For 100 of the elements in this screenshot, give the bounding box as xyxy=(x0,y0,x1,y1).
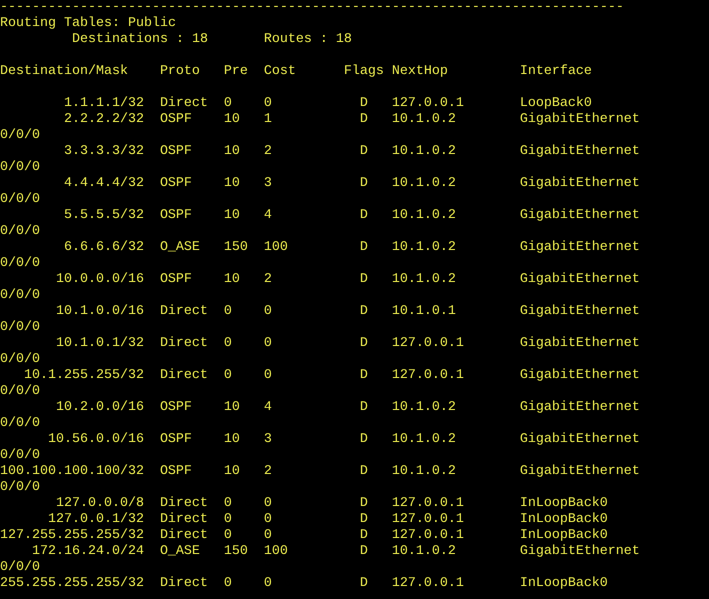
table-cell: 0/0/0 xyxy=(0,352,40,368)
table-cell-text: 0 xyxy=(224,512,233,528)
column-header: Flags xyxy=(344,64,385,80)
table-cell-text: Direct xyxy=(160,496,209,512)
table-cell-text: D xyxy=(358,368,369,384)
table-cell-text: 0 xyxy=(264,96,273,112)
table-cell-text: 172.16.24.0/24 xyxy=(30,544,144,560)
table-cell: GigabitEthernet xyxy=(520,336,640,352)
table-cell-text: 10 xyxy=(224,144,241,160)
column-header: NextHop xyxy=(392,64,449,80)
table-cell: 100.100.100.100/32 xyxy=(0,464,144,480)
table-cell-text: Direct xyxy=(160,336,209,352)
table-cell-text: 10.1.0.2 xyxy=(392,272,457,288)
table-cell-text: OSPF xyxy=(160,400,193,416)
table-cell-text: D xyxy=(358,496,369,512)
table-cell: GigabitEthernet xyxy=(520,208,640,224)
table-cell-text: 3 xyxy=(264,432,273,448)
table-cell: 0/0/0 xyxy=(0,480,40,496)
table-cell-text: D xyxy=(358,208,369,224)
table-cell: 0/0/0 xyxy=(0,560,40,576)
table-cell-text: D xyxy=(358,304,369,320)
table-cell-text: InLoopBack0 xyxy=(520,496,609,512)
table-cell-text: 0 xyxy=(264,496,273,512)
table-cell-text: 10.1.0.0/16 xyxy=(54,304,144,320)
table-cell: 0/0/0 xyxy=(0,416,40,432)
table-cell: 0/0/0 xyxy=(0,320,40,336)
table-cell-text: 10 xyxy=(224,400,241,416)
table-cell-text: 0 xyxy=(224,304,233,320)
table-cell-text: 10.1.0.2 xyxy=(392,240,457,256)
table-cell-text: 127.0.0.0/8 xyxy=(54,496,144,512)
table-cell-text: 5.5.5.5/32 xyxy=(62,208,144,224)
table-cell-text: Direct xyxy=(160,512,209,528)
table-cell-text: 1 xyxy=(264,112,273,128)
table-cell-text: D xyxy=(358,464,369,480)
table-cell-text: 2 xyxy=(264,144,273,160)
table-cell-text: 10.1.0.2 xyxy=(392,176,457,192)
table-cell-text: 0 xyxy=(264,576,273,592)
table-cell-text: D xyxy=(358,176,369,192)
table-cell-text: 150 xyxy=(224,240,249,256)
table-cell-text: 0 xyxy=(264,528,273,544)
table-cell-text: D xyxy=(358,112,369,128)
table-cell-text: OSPF xyxy=(160,208,193,224)
table-cell-text: D xyxy=(358,512,369,528)
table-cell: 0/0/0 xyxy=(0,128,40,144)
table-cell-text: 1.1.1.1/32 xyxy=(62,96,144,112)
table-cell-text: OSPF xyxy=(160,432,193,448)
table-cell-text: 127.0.0.1 xyxy=(392,528,465,544)
table-cell-text: 10 xyxy=(224,432,241,448)
table-cell-text: O_ASE xyxy=(160,240,201,256)
table-cell-text: 10.1.0.1 xyxy=(392,304,457,320)
table-cell: GigabitEthernet xyxy=(520,544,640,560)
table-cell-text: D xyxy=(358,144,369,160)
table-cell-text: 0 xyxy=(224,528,233,544)
table-cell-text: 10 xyxy=(224,272,241,288)
table-cell-text: 127.0.0.1 xyxy=(392,336,465,352)
table-cell: GigabitEthernet xyxy=(520,304,640,320)
table-cell: 0/0/0 xyxy=(0,288,40,304)
table-cell: GigabitEthernet xyxy=(520,432,640,448)
table-cell-text: 4 xyxy=(264,400,273,416)
table-cell-text: 127.0.0.1 xyxy=(392,96,465,112)
table-cell-text: 150 xyxy=(224,544,249,560)
table-cell-text: LoopBack0 xyxy=(520,96,593,112)
table-cell-text: 6.6.6.6/32 xyxy=(62,240,144,256)
table-cell-text: 10.2.0.0/16 xyxy=(54,400,144,416)
column-header: Pre xyxy=(224,64,249,80)
table-cell-text: 0 xyxy=(224,576,233,592)
table-cell: 0/0/0 xyxy=(0,192,40,208)
table-cell-text: 10.1.255.255/32 xyxy=(22,368,144,384)
table-cell: GigabitEthernet xyxy=(520,176,640,192)
table-cell-text: D xyxy=(358,544,369,560)
table-cell: 0/0/0 xyxy=(0,384,40,400)
table-cell-text: Direct xyxy=(160,368,209,384)
table-cell: GigabitEthernet xyxy=(520,368,640,384)
table-cell-text: InLoopBack0 xyxy=(520,576,609,592)
table-cell: 0/0/0 xyxy=(0,160,40,176)
table-title: Routing Tables: Public xyxy=(0,16,176,32)
table-cell-text: D xyxy=(358,240,369,256)
table-cell-text: D xyxy=(358,576,369,592)
table-cell-text: 10.56.0.0/16 xyxy=(46,432,144,448)
table-cell-text: 127.0.0.1 xyxy=(392,368,465,384)
table-cell-text: D xyxy=(358,400,369,416)
table-cell-text: 0 xyxy=(264,304,273,320)
table-cell-text: 10.1.0.2 xyxy=(392,112,457,128)
column-header: Proto xyxy=(160,64,201,80)
table-cell-text: Direct xyxy=(160,96,209,112)
table-cell-text: 10 xyxy=(224,464,241,480)
table-cell: GigabitEthernet xyxy=(520,272,640,288)
table-cell-text: Direct xyxy=(160,576,209,592)
table-cell-text: D xyxy=(358,432,369,448)
table-cell-text: 3.3.3.3/32 xyxy=(62,144,144,160)
table-cell-text: Direct xyxy=(160,304,209,320)
table-cell: GigabitEthernet xyxy=(520,144,640,160)
table-cell: 0/0/0 xyxy=(0,448,40,464)
table-cell-text: D xyxy=(358,96,369,112)
table-cell: 255.255.255.255/32 xyxy=(0,576,144,592)
table-cell-text: 0 xyxy=(264,336,273,352)
table-cell-text: 0 xyxy=(264,368,273,384)
table-cell-text: Direct xyxy=(160,528,209,544)
table-cell-text: 10.1.0.2 xyxy=(392,208,457,224)
table-cell-text: InLoopBack0 xyxy=(520,512,609,528)
